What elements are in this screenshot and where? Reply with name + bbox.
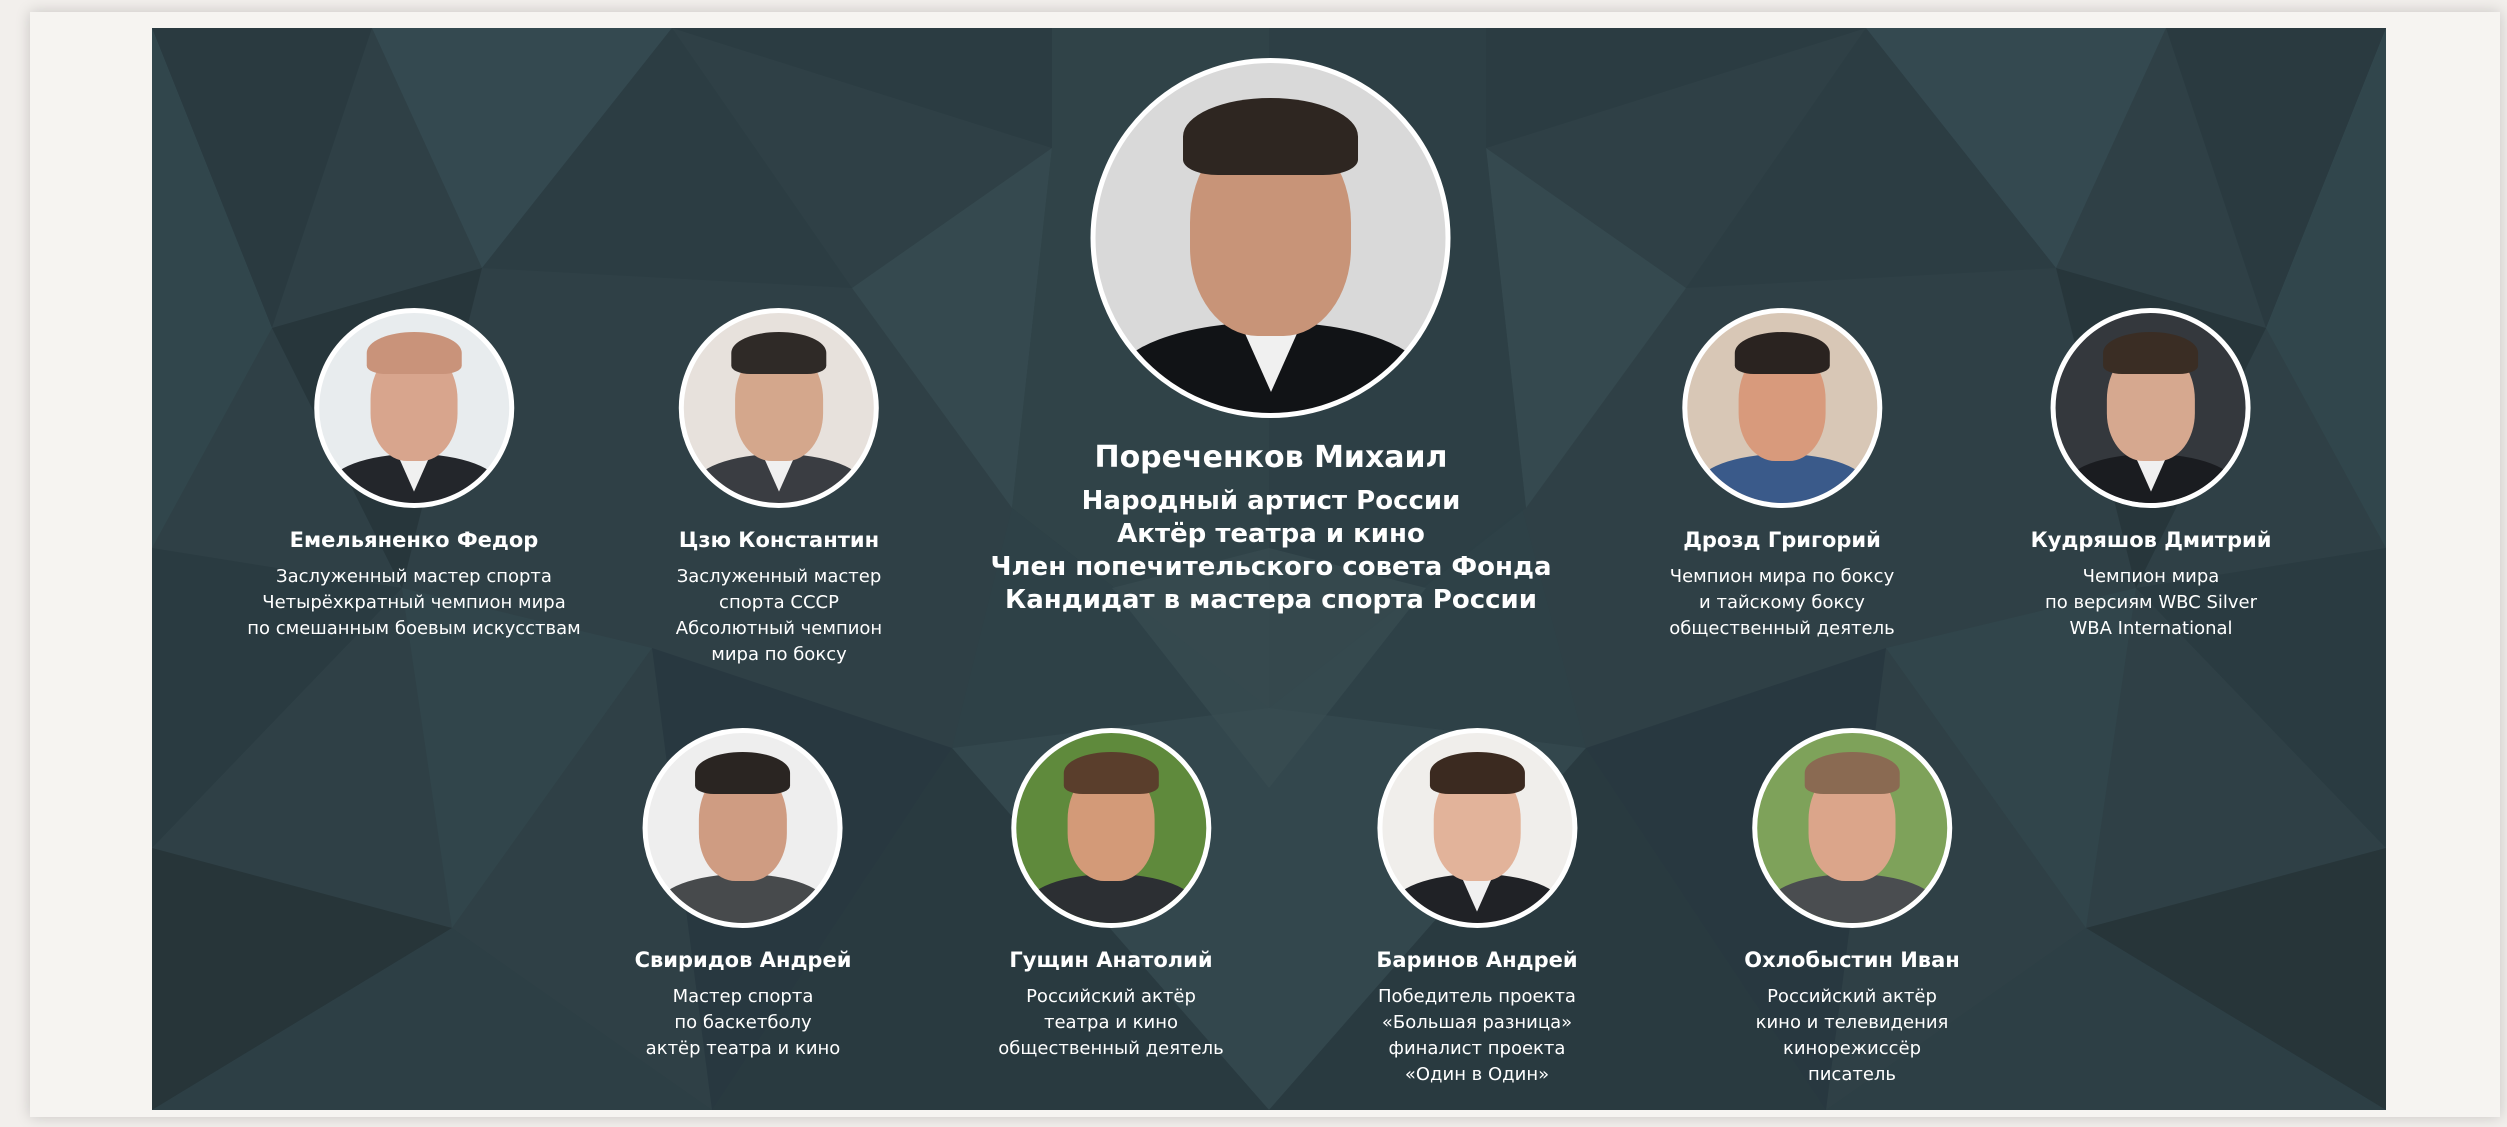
person-kudryashov: Кудряшов Дмитрий Чемпион мира по версиям… [2030,308,2272,642]
avatar-emelianenko [314,308,514,508]
person-name: Охлобыстин Иван [1744,948,1960,972]
avatar-drozd [1682,308,1882,508]
person-name: Гущин Анатолий [1009,948,1213,972]
avatar-gushchin [1011,728,1211,928]
person-okhlobystin: Охлобыстин Иван Российский актёр кино и … [1744,728,1960,1088]
person-sviridov: Свиридов Андрей Мастер спорта по баскетб… [634,728,852,1062]
person-porechenkov: Пореченков Михаил Народный артист России… [990,58,1552,617]
person-name: Емельяненко Федор [289,528,539,552]
person-drozd: Дрозд Григорий Чемпион мира по боксу и т… [1669,308,1895,642]
person-name: Дрозд Григорий [1683,528,1881,552]
person-description: Российский актёр кино и телевидения кино… [1755,986,1949,1086]
person-gushchin: Гущин Анатолий Российский актёр театра и… [998,728,1224,1062]
avatar-kudryashov [2051,308,2251,508]
person-name: Баринов Андрей [1376,948,1578,972]
person-description: Мастер спорта по баскетболу актёр театра… [645,986,841,1060]
person-description: Российский актёр театра и кино обществен… [998,986,1224,1060]
avatar-tszyu [679,308,879,508]
person-emelianenko: Емельяненко Федор Заслуженный мастер спо… [247,308,581,642]
avatar-barinov [1376,728,1577,928]
avatar-porechenkov [1090,58,1451,418]
avatar-sviridov [643,728,843,928]
person-name: Цзю Константин [678,528,880,552]
person-description: Заслуженный мастер спорта Четырёхкратный… [247,566,581,640]
person-tszyu: Цзю Константин Заслуженный мастер спорта… [676,308,882,668]
person-description: Народный артист России Актёр театра и ки… [990,486,1552,616]
person-description: Чемпион мира по боксу и тайскому боксу о… [1669,566,1895,640]
avatar-okhlobystin [1752,728,1952,928]
person-description: Чемпион мира по версиям WBC Silver WBA I… [2044,566,2257,640]
person-name: Кудряшов Дмитрий [2030,528,2272,552]
person-description: Победитель проекта «Большая разница» фин… [1378,986,1576,1086]
person-barinov: Баринов Андрей Победитель проекта «Больш… [1376,728,1578,1088]
person-name: Свиридов Андрей [634,948,852,972]
person-description: Заслуженный мастер спорта СССР Абсолютны… [675,566,883,666]
team-banner: Пореченков Михаил Народный артист России… [152,28,2386,1110]
person-name: Пореченков Михаил [1094,440,1448,475]
